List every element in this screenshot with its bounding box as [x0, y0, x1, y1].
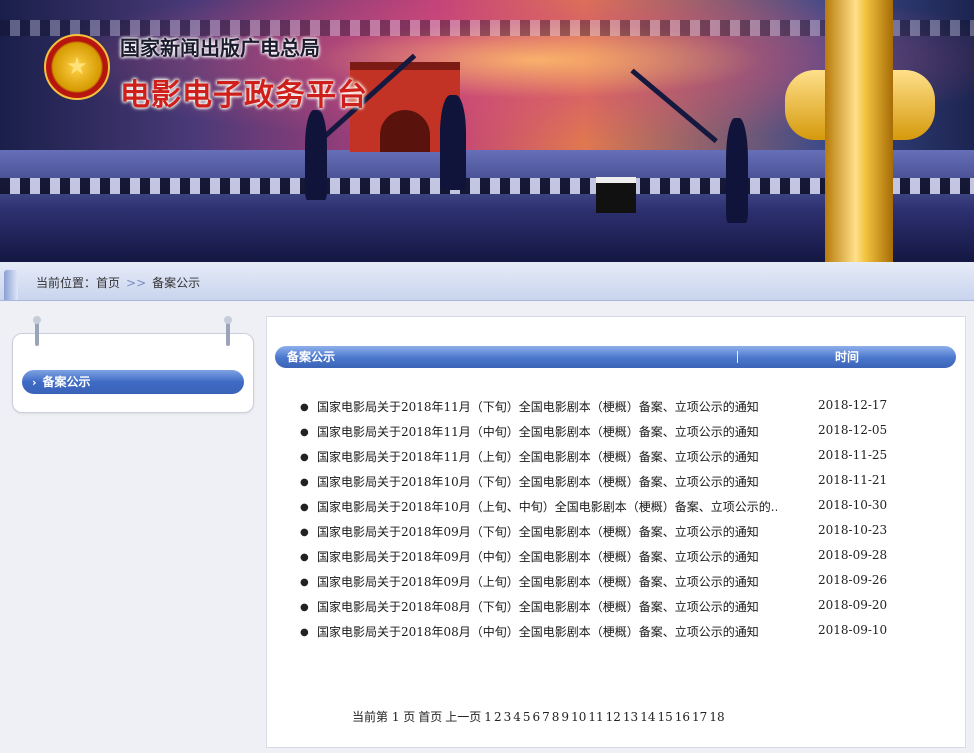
clapperboard-illustration [596, 177, 636, 213]
breadcrumb-separator: >> [126, 276, 147, 290]
page-link-2[interactable]: 2 [494, 710, 502, 724]
platform-title: 电影电子政务平台 [120, 78, 368, 113]
notice-list: ● 国家电影局关于2018年11月（下旬）全国电影剧本（梗概）备案、立项公示的通知… [300, 396, 900, 646]
list-item: ● 国家电影局关于2018年10月（下旬）全国电影剧本（梗概）备案、立项公示的通知… [300, 471, 900, 496]
list-item: ● 国家电影局关于2018年11月（上旬）全国电影剧本（梗概）备案、立项公示的通知… [300, 446, 900, 471]
pagination: 当前第 1 页首页 上一页 1 2 3 4 5 6 7 8 9 10 11 12 13 14 15 16 17 18 [352, 708, 727, 725]
list-header-title: 备案公示 [287, 350, 336, 364]
notice-title-link[interactable]: 国家电影局关于2018年10月（下旬）全国电影剧本（梗概）备案、立项公示的通知 [317, 473, 777, 490]
page-link-5[interactable]: 5 [523, 710, 531, 724]
page-link-1[interactable]: 1 [484, 710, 492, 724]
breadcrumb: 当前位置：首页 >> 备案公示 [36, 274, 200, 291]
breadcrumb-tab-decoration [4, 270, 18, 300]
hanger-decoration-left [33, 316, 41, 346]
page-link-12[interactable]: 12 [606, 710, 621, 724]
notice-date: 2018-10-30 [818, 498, 888, 512]
notice-date: 2018-12-05 [818, 423, 888, 437]
page-link-4[interactable]: 4 [513, 710, 521, 724]
cameraman-silhouette [440, 95, 466, 190]
page-link-18[interactable]: 18 [709, 710, 724, 724]
bullet-icon: ● [300, 627, 309, 638]
notice-date: 2018-09-10 [818, 623, 888, 637]
sidebar-item-filing-notice[interactable]: › 备案公示 [22, 370, 244, 394]
breadcrumb-current[interactable]: 备案公示 [152, 276, 200, 290]
bullet-icon: ● [300, 602, 309, 613]
notice-title-link[interactable]: 国家电影局关于2018年08月（下旬）全国电影剧本（梗概）备案、立项公示的通知 [317, 598, 777, 615]
notice-date: 2018-09-28 [818, 548, 888, 562]
list-item: ● 国家电影局关于2018年10月（上旬、中旬）全国电影剧本（梗概）备案、立项公示… [300, 496, 900, 521]
notice-title-link[interactable]: 国家电影局关于2018年10月（上旬、中旬）全国电影剧本（梗概）备案、立项公示的… [317, 498, 777, 515]
bullet-icon: ● [300, 577, 309, 588]
pagination-first-link[interactable]: 首页 [418, 710, 442, 724]
notice-title-link[interactable]: 国家电影局关于2018年11月（上旬）全国电影剧本（梗概）备案、立项公示的通知 [317, 448, 777, 465]
page-link-8[interactable]: 8 [552, 710, 560, 724]
page-link-17[interactable]: 17 [692, 710, 707, 724]
notice-title-link[interactable]: 国家电影局关于2018年11月（下旬）全国电影剧本（梗概）备案、立项公示的通知 [317, 398, 777, 415]
breadcrumb-home-link[interactable]: 首页 [96, 276, 120, 290]
national-emblem-icon: ★ [44, 34, 110, 100]
page-link-15[interactable]: 15 [657, 710, 672, 724]
notice-date: 2018-11-25 [818, 448, 888, 462]
org-name: 国家新闻出版广电总局 [120, 36, 320, 60]
header-banner: ★ 国家新闻出版广电总局 电影电子政务平台 [0, 0, 974, 262]
breadcrumb-bar: 当前位置：首页 >> 备案公示 [0, 262, 974, 301]
page-link-13[interactable]: 13 [623, 710, 638, 724]
notice-date: 2018-11-21 [818, 473, 888, 487]
list-item: ● 国家电影局关于2018年08月（中旬）全国电影剧本（梗概）备案、立项公示的通知… [300, 621, 900, 646]
list-item: ● 国家电影局关于2018年08月（下旬）全国电影剧本（梗概）备案、立项公示的通知… [300, 596, 900, 621]
chevron-right-icon: › [32, 376, 37, 389]
notice-title-link[interactable]: 国家电影局关于2018年08月（中旬）全国电影剧本（梗概）备案、立项公示的通知 [317, 623, 777, 640]
page-link-10[interactable]: 10 [571, 710, 586, 724]
notice-title-link[interactable]: 国家电影局关于2018年09月（上旬）全国电影剧本（梗概）备案、立项公示的通知 [317, 573, 777, 590]
bullet-icon: ● [300, 402, 309, 413]
notice-title-link[interactable]: 国家电影局关于2018年11月（中旬）全国电影剧本（梗概）备案、立项公示的通知 [317, 423, 777, 440]
notice-title-link[interactable]: 国家电影局关于2018年09月（下旬）全国电影剧本（梗概）备案、立项公示的通知 [317, 523, 777, 540]
page-link-16[interactable]: 16 [675, 710, 690, 724]
bullet-icon: ● [300, 427, 309, 438]
bullet-icon: ● [300, 502, 309, 513]
page-link-11[interactable]: 11 [588, 710, 603, 724]
notice-date: 2018-09-20 [818, 598, 888, 612]
huabiao-pillar-illustration [825, 0, 893, 262]
notice-title-link[interactable]: 国家电影局关于2018年09月（中旬）全国电影剧本（梗概）备案、立项公示的通知 [317, 548, 777, 565]
page-link-9[interactable]: 9 [561, 710, 569, 724]
pagination-current: 当前第 1 页 [352, 710, 416, 724]
list-item: ● 国家电影局关于2018年09月（中旬）全国电影剧本（梗概）备案、立项公示的通知… [300, 546, 900, 571]
breadcrumb-label: 当前位置： [36, 276, 97, 290]
list-header-divider [737, 351, 738, 363]
bullet-icon: ● [300, 452, 309, 463]
pagination-prev-link[interactable]: 上一页 [445, 710, 481, 724]
bullet-icon: ● [300, 527, 309, 538]
list-item: ● 国家电影局关于2018年09月（下旬）全国电影剧本（梗概）备案、立项公示的通知… [300, 521, 900, 546]
list-header-time: 时间 [835, 350, 860, 364]
page-link-14[interactable]: 14 [640, 710, 655, 724]
sidebar-item-label: 备案公示 [42, 375, 91, 389]
bullet-icon: ● [300, 477, 309, 488]
list-item: ● 国家电影局关于2018年11月（下旬）全国电影剧本（梗概）备案、立项公示的通知… [300, 396, 900, 421]
notice-date: 2018-12-17 [818, 398, 888, 412]
crew-silhouette [305, 110, 327, 200]
hanger-decoration-right [224, 316, 232, 346]
page-link-3[interactable]: 3 [504, 710, 512, 724]
list-item: ● 国家电影局关于2018年11月（中旬）全国电影剧本（梗概）备案、立项公示的通知… [300, 421, 900, 446]
boom-operator-silhouette [726, 118, 748, 223]
notice-date: 2018-10-23 [818, 523, 888, 537]
page-link-7[interactable]: 7 [542, 710, 550, 724]
notice-date: 2018-09-26 [818, 573, 888, 587]
bullet-icon: ● [300, 552, 309, 563]
list-header: 备案公示 时间 [275, 346, 956, 368]
list-item: ● 国家电影局关于2018年09月（上旬）全国电影剧本（梗概）备案、立项公示的通知… [300, 571, 900, 596]
page-link-6[interactable]: 6 [533, 710, 541, 724]
